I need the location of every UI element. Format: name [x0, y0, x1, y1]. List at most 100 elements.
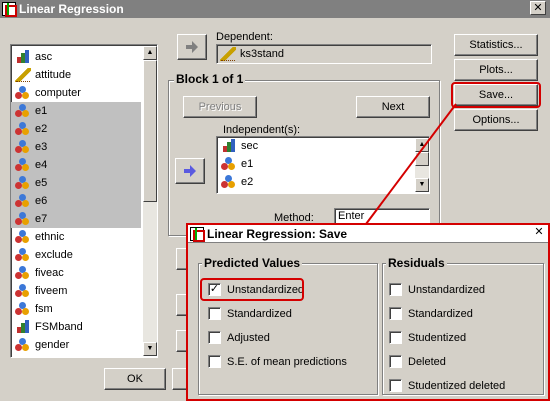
checkbox[interactable]: [208, 355, 221, 368]
list-item[interactable]: exclude: [11, 246, 141, 264]
scroll-down-button[interactable]: ▼: [415, 178, 429, 192]
statistics-button[interactable]: Statistics...: [454, 34, 538, 56]
checkbox[interactable]: [389, 283, 402, 296]
independents-label: Independent(s):: [223, 124, 301, 136]
nominal-variable-icon: [15, 266, 31, 280]
nominal-variable-icon: [15, 284, 31, 298]
app-icon: [190, 226, 205, 242]
variable-name: exclude: [35, 249, 73, 261]
variable-name: fsm: [35, 303, 53, 315]
list-item[interactable]: fiveac: [11, 264, 141, 282]
save-dialog-titlebar: Linear Regression: Save ✕: [188, 225, 548, 243]
predicted-values-title: Predicted Values: [202, 256, 303, 270]
checkbox[interactable]: [389, 331, 402, 344]
list-item[interactable]: sec: [217, 137, 413, 155]
checkbox-row[interactable]: Adjusted: [208, 331, 270, 344]
move-dependent-button[interactable]: [177, 34, 207, 60]
dependent-field[interactable]: ks3stand: [216, 44, 432, 64]
list-item[interactable]: e2: [11, 120, 141, 138]
variable-name: e3: [35, 141, 48, 153]
variable-name: e5: [35, 177, 48, 189]
list-item[interactable]: ethnic: [11, 228, 141, 246]
independents-scrollbar[interactable]: ▲ ▼: [415, 138, 429, 192]
previous-button[interactable]: Previous: [183, 96, 257, 118]
scroll-thumb[interactable]: [415, 152, 429, 166]
checkbox-row[interactable]: Unstandardized: [389, 283, 485, 296]
scroll-up-button[interactable]: ▲: [143, 46, 157, 60]
residuals-title: Residuals: [386, 256, 447, 270]
ordinal-variable-icon: [15, 50, 31, 64]
plots-button[interactable]: Plots...: [454, 59, 538, 81]
scale-variable-icon: [15, 68, 31, 82]
options-button[interactable]: Options...: [454, 109, 538, 131]
method-value: Enter: [338, 210, 365, 222]
checkbox[interactable]: [389, 307, 402, 320]
variable-name: ethnic: [35, 231, 65, 243]
checkbox-row[interactable]: Studentized: [389, 331, 466, 344]
variable-name: e1: [241, 158, 254, 170]
ordinal-variable-icon: [221, 139, 237, 153]
list-item[interactable]: e4: [11, 156, 141, 174]
ordinal-variable-icon: [15, 320, 31, 334]
variable-name: gender: [35, 339, 70, 351]
nominal-variable-icon: [221, 193, 237, 194]
checkbox-label: Standardized: [227, 307, 292, 320]
variable-name: computer: [35, 87, 81, 99]
variable-name: sec: [241, 140, 259, 152]
list-item[interactable]: e1: [11, 102, 141, 120]
list-item[interactable]: gender: [11, 336, 141, 354]
nominal-variable-icon: [15, 86, 31, 100]
nominal-variable-icon: [15, 302, 31, 316]
variable-name: fiveem: [35, 285, 68, 297]
list-item[interactable]: e5: [11, 174, 141, 192]
nominal-variable-icon: [15, 194, 31, 208]
checkbox[interactable]: [208, 331, 221, 344]
variable-list-scrollbar[interactable]: ▲ ▼: [143, 46, 157, 356]
variable-name: e7: [35, 213, 48, 225]
nominal-variable-icon: [221, 157, 237, 171]
app-icon: [2, 2, 17, 17]
checkbox[interactable]: [389, 355, 402, 368]
checkbox-label: Standardized: [408, 307, 473, 320]
checkbox-label: Unstandardized: [408, 283, 486, 296]
right-arrow-icon: [184, 165, 196, 177]
nominal-variable-icon: [15, 176, 31, 190]
list-item[interactable]: fsm: [11, 300, 141, 318]
scroll-up-button[interactable]: ▲: [415, 138, 429, 152]
close-button[interactable]: ✕: [530, 1, 546, 15]
list-item[interactable]: e7: [11, 210, 141, 228]
list-item[interactable]: e3: [11, 138, 141, 156]
list-item[interactable]: asc: [11, 48, 141, 66]
independents-list[interactable]: sec e1 e2 e3: [216, 136, 430, 194]
method-select[interactable]: Enter: [334, 208, 430, 224]
nominal-variable-icon: [15, 212, 31, 226]
scroll-thumb[interactable]: [143, 60, 157, 202]
variable-list[interactable]: asc attitude computer e1 e2 e3 e4 e5 e6 e7 ethnic e…: [10, 44, 158, 358]
checkbox-row[interactable]: Studentized deleted: [389, 379, 505, 392]
list-item[interactable]: e2: [217, 173, 413, 191]
list-item[interactable]: computer: [11, 84, 141, 102]
list-item[interactable]: fiveem: [11, 282, 141, 300]
ok-button[interactable]: OK: [104, 368, 166, 390]
nominal-variable-icon: [15, 248, 31, 262]
next-button[interactable]: Next: [356, 96, 430, 118]
list-item[interactable]: e6: [11, 192, 141, 210]
variable-name: FSMband: [35, 321, 83, 333]
list-item[interactable]: e1: [217, 155, 413, 173]
list-item[interactable]: attitude: [11, 66, 141, 84]
nominal-variable-icon: [15, 230, 31, 244]
variable-name: e2: [241, 176, 254, 188]
checkbox-label: Adjusted: [227, 331, 270, 344]
list-item[interactable]: FSMband: [11, 318, 141, 336]
list-item[interactable]: e3: [217, 191, 413, 194]
checkbox-row[interactable]: S.E. of mean predictions: [208, 355, 347, 368]
save-dialog-close-button[interactable]: ✕: [532, 226, 546, 240]
move-independent-button[interactable]: [175, 158, 205, 184]
checkbox-row[interactable]: Standardized: [389, 307, 473, 320]
checkbox[interactable]: [208, 307, 221, 320]
block-label: Block 1 of 1: [174, 72, 246, 86]
checkbox-row[interactable]: Deleted: [389, 355, 446, 368]
checkbox-row[interactable]: Standardized: [208, 307, 292, 320]
checkbox[interactable]: [389, 379, 402, 392]
scroll-down-button[interactable]: ▼: [143, 342, 157, 356]
